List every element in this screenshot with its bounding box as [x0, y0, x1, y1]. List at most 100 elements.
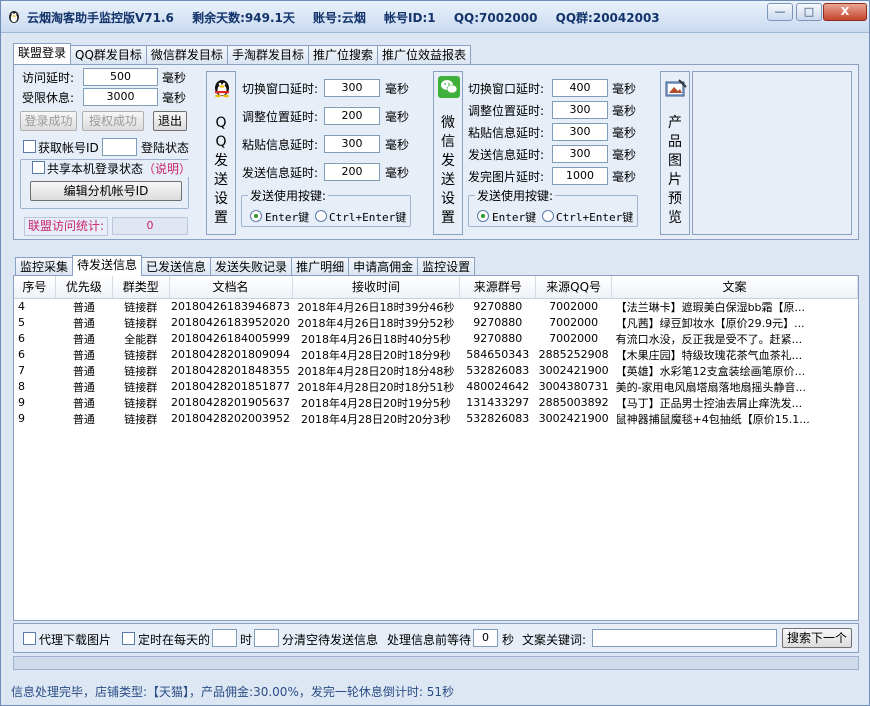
wx-send-input[interactable]: 300 — [552, 145, 608, 163]
qq-enter-radio[interactable] — [250, 210, 262, 222]
tab-wechat-targets[interactable]: 微信群发目标 — [145, 45, 228, 64]
wx-image-unit: 毫秒 — [612, 170, 637, 184]
cell-source-group: 9270880 — [473, 332, 523, 345]
cell-copy: 【凡茜】绿豆卸妆水【原价29.9元】... — [615, 316, 805, 330]
tab-send-failures[interactable]: 发送失败记录 — [210, 257, 293, 276]
tab-promo-search[interactable]: 推广位搜索 — [307, 45, 378, 64]
tab-high-commission[interactable]: 申请高佣金 — [348, 257, 419, 276]
tab-qq-targets[interactable]: QQ群发目标 — [70, 45, 147, 64]
close-button[interactable]: X — [823, 3, 867, 21]
qq-sidebar-text: Q Q 发 送 设 置 — [207, 114, 235, 228]
preview-side-char: 图 — [668, 153, 682, 169]
tab-sent[interactable]: 已发送信息 — [141, 257, 212, 276]
col-priority[interactable]: 优先级 — [55, 276, 114, 299]
col-copy[interactable]: 文案 — [611, 276, 858, 299]
col-doc-name[interactable]: 文档名 — [169, 276, 293, 299]
get-id-label: 获取帐号ID — [38, 141, 99, 155]
tab-pending-send[interactable]: 待发送信息 — [72, 255, 143, 276]
tab-alliance-login[interactable]: 联盟登录 — [13, 43, 72, 64]
exit-button[interactable]: 退出 — [153, 111, 187, 131]
cell-source-qq: 7002000 — [549, 316, 599, 329]
table-row[interactable]: 6 普通 链接群 20180428201809094 2018年4月28日20时18分9… — [14, 347, 858, 363]
col-source-qq[interactable]: 来源QQ号 — [535, 276, 613, 299]
tab-promo-report[interactable]: 推广位效益报表 — [376, 45, 471, 64]
tab-promo-detail[interactable]: 推广明细 — [291, 257, 350, 276]
auth-success-button[interactable]: 授权成功 — [82, 111, 144, 131]
cell-source-qq: 3004380731 — [538, 380, 609, 393]
qq-ctrl-enter-radio[interactable] — [315, 210, 327, 222]
qq-position-input[interactable]: 200 — [324, 107, 380, 125]
cell-group-type: 全能群 — [124, 332, 158, 346]
cell-source-qq: 3002421900 — [538, 364, 609, 377]
get-id-checkbox[interactable] — [23, 140, 36, 153]
timed-clear-checkbox[interactable] — [122, 632, 135, 645]
wx-enter-label: Enter键 — [492, 211, 537, 224]
login-success-button[interactable]: 登录成功 — [20, 111, 77, 131]
wx-enter-radio[interactable] — [477, 210, 489, 222]
clear-hour-input[interactable] — [212, 629, 237, 647]
tab-monitor-settings[interactable]: 监控设置 — [417, 257, 476, 276]
qq-key-title: 发送使用按键: — [248, 187, 329, 204]
login-state-label: 登陆状态 — [141, 141, 190, 155]
table-row[interactable]: 5 普通 链接群 20180426183952020 2018年4月26日18时39分5… — [14, 315, 858, 331]
qq-ctrl-enter-label: Ctrl+Enter键 — [329, 211, 407, 224]
bottom-controls: 代理下载图片 定时在每天的 时 分清空待发送信息 处理信息前等待 0 秒 文案关… — [13, 623, 859, 653]
wx-paste-input[interactable]: 300 — [552, 123, 608, 141]
cell-receive-time: 2018年4月28日20时19分5秒 — [300, 396, 451, 410]
product-preview-area — [692, 71, 852, 235]
qq-paste-input[interactable]: 300 — [324, 135, 380, 153]
cell-doc-name: 20180428202003952 — [171, 412, 291, 425]
wait-seconds-input[interactable]: 0 — [473, 629, 498, 647]
table-row[interactable]: 9 普通 链接群 20180428201905637 2018年4月28日20时19分5… — [14, 395, 858, 411]
wx-switch-input[interactable]: 400 — [552, 79, 608, 97]
proxy-download-checkbox[interactable] — [23, 632, 36, 645]
wechat-side-char: 送 — [441, 172, 455, 188]
qq-switch-input[interactable]: 300 — [324, 79, 380, 97]
qq-switch-label: 切换窗口延时: — [242, 82, 319, 96]
search-next-button[interactable]: 搜索下一个 — [782, 628, 852, 648]
progress-bar — [13, 656, 859, 670]
wx-image-input[interactable]: 1000 — [552, 167, 608, 185]
pending-messages-table: 序号 优先级 群类型 文档名 接收时间 来源群号 来源QQ号 文案 4 普通 链接群… — [13, 275, 859, 621]
cell-source-group: 480024642 — [466, 380, 530, 393]
wx-paste-label: 粘贴信息延时: — [468, 126, 545, 140]
col-source-group[interactable]: 来源群号 — [459, 276, 537, 299]
table-row[interactable]: 9 普通 链接群 20180428202003952 2018年4月28日20时20分3… — [14, 411, 858, 427]
share-login-checkbox[interactable] — [32, 161, 45, 174]
visit-delay-input[interactable]: 500 — [83, 68, 158, 86]
tab-taobao-targets[interactable]: 手淘群发目标 — [226, 45, 309, 64]
wx-ctrl-enter-radio[interactable] — [542, 210, 554, 222]
table-row[interactable]: 7 普通 链接群 20180428201848355 2018年4月28日20时18分4… — [14, 363, 858, 379]
maximize-button[interactable]: □ — [796, 3, 822, 21]
explain-link[interactable]: （说明） — [143, 162, 191, 176]
keyword-input[interactable] — [592, 629, 777, 647]
image-preview-icon — [665, 79, 687, 97]
cell-priority: 普通 — [72, 300, 95, 314]
table-header: 序号 优先级 群类型 文档名 接收时间 来源群号 来源QQ号 文案 — [14, 276, 858, 299]
col-group-type[interactable]: 群类型 — [112, 276, 170, 299]
qq-settings-sidebar: Q Q 发 送 设 置 — [206, 71, 236, 235]
rest-label: 受限休息: — [22, 91, 75, 105]
product-preview-sidebar[interactable]: 产 品 图 片 预 览 — [660, 71, 690, 235]
qq-send-input[interactable]: 200 — [324, 163, 380, 181]
wx-position-input[interactable]: 300 — [552, 101, 608, 119]
table-row[interactable]: 8 普通 链接群 20180428201851877 2018年4月28日20时18分5… — [14, 379, 858, 395]
rest-input[interactable]: 3000 — [83, 88, 158, 106]
cell-doc-name: 20180426183952020 — [171, 316, 291, 329]
col-index[interactable]: 序号 — [14, 276, 56, 299]
edit-sub-account-button[interactable]: 编辑分机帐号ID — [30, 181, 182, 201]
minimize-button[interactable]: — — [767, 3, 793, 21]
cell-doc-name: 20180428201905637 — [171, 396, 291, 409]
clear-minute-input[interactable] — [254, 629, 279, 647]
get-id-input[interactable] — [102, 138, 137, 156]
proxy-download-label: 代理下载图片 — [39, 633, 112, 647]
cell-receive-time: 2018年4月26日18时39分52秒 — [297, 316, 455, 330]
preview-side-char: 片 — [668, 172, 682, 188]
tab-monitor-collect[interactable]: 监控采集 — [15, 257, 74, 276]
alliance-stats-label: 联盟访问统计: — [24, 217, 109, 236]
cell-priority: 普通 — [72, 348, 95, 362]
keyword-label: 文案关键词: — [522, 633, 587, 647]
col-receive-time[interactable]: 接收时间 — [292, 276, 461, 299]
table-row[interactable]: 6 普通 全能群 20180426184005999 2018年4月26日18时40分5… — [14, 331, 858, 347]
table-row[interactable]: 4 普通 链接群 20180426183946873 2018年4月26日18时39分4… — [14, 298, 858, 315]
